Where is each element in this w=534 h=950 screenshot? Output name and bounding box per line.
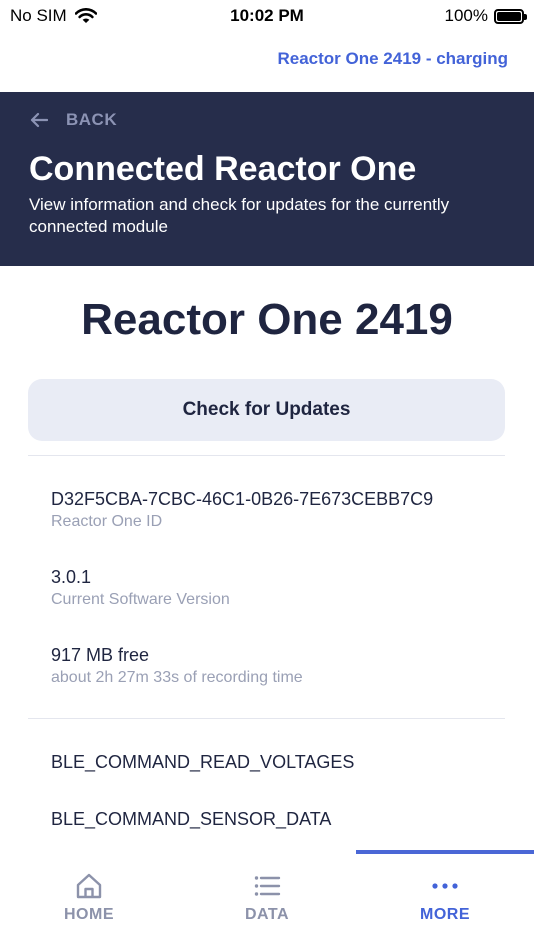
back-label: BACK <box>66 110 118 129</box>
check-updates-button[interactable]: Check for Updates <box>28 379 505 441</box>
info-label: Reactor One ID <box>51 513 163 530</box>
command-item-sensor-data[interactable]: BLE_COMMAND_SENSOR_DATA <box>51 809 331 830</box>
device-name: Reactor One 2419 <box>81 295 453 344</box>
page-subtitle: View information and check for updates f… <box>29 195 450 236</box>
divider <box>28 718 505 719</box>
status-right: 100% <box>444 6 527 26</box>
home-icon <box>76 873 102 899</box>
info-value: 3.0.1 <box>51 567 92 587</box>
arrow-left-icon <box>30 112 48 128</box>
tab-more[interactable]: MORE <box>356 854 534 950</box>
info-value: D32F5CBA-7CBC-46C1-0B26-7E673CEBB7C9 <box>51 489 434 509</box>
tab-label: HOME <box>64 906 114 923</box>
status-left: No SIM <box>10 6 97 26</box>
tab-data[interactable]: DATA <box>178 854 356 950</box>
info-item-version: 3.0.1 Current Software Version <box>51 567 230 609</box>
battery-icon <box>494 8 527 24</box>
command-item-read-voltages[interactable]: BLE_COMMAND_READ_VOLTAGES <box>51 752 354 773</box>
info-label: Current Software Version <box>51 591 230 608</box>
status-bar: No SIM 10:02 PM 100% <box>0 0 534 32</box>
page-title: Connected Reactor One <box>29 150 417 188</box>
info-value: 917 MB free <box>51 645 150 665</box>
tab-label: DATA <box>244 906 290 923</box>
tab-home[interactable]: HOME <box>0 854 178 950</box>
divider <box>28 455 505 456</box>
more-dots-icon <box>432 883 458 889</box>
list-icon <box>254 876 281 896</box>
info-item-storage: 917 MB free about 2h 27m 33s of recordin… <box>51 645 303 687</box>
tab-bar: HOME DATA MORE <box>0 854 534 950</box>
battery-fill <box>497 11 521 21</box>
tab-label: MORE <box>420 906 470 923</box>
info-item-id: D32F5CBA-7CBC-46C1-0B26-7E673CEBB7C9 Rea… <box>51 489 433 531</box>
page-header: BACK Connected Reactor One View informat… <box>0 92 534 266</box>
wifi-icon <box>74 8 97 23</box>
battery-percent: 100% <box>444 6 488 25</box>
connection-status-link[interactable]: Reactor One 2419 - charging <box>277 49 508 69</box>
info-label: about 2h 27m 33s of recording time <box>51 669 303 686</box>
carrier-label: No SIM <box>10 6 67 25</box>
back-button[interactable]: BACK <box>30 110 117 130</box>
